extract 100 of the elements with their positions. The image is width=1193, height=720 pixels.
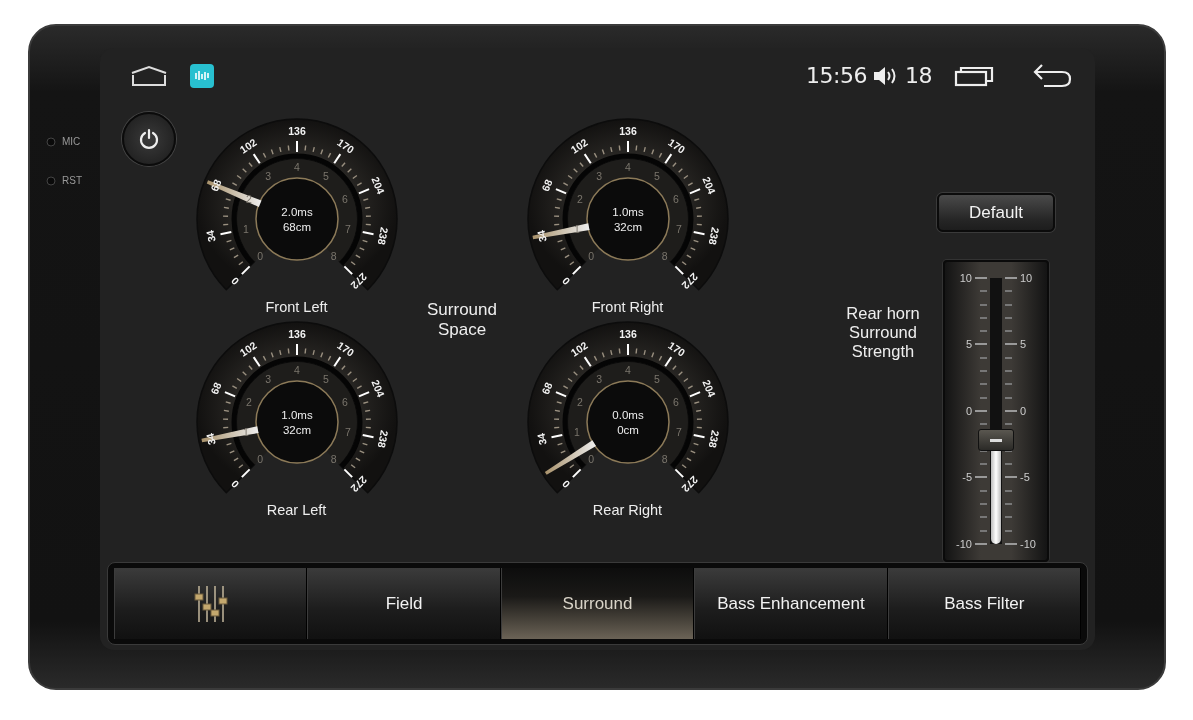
scale-label: 7 [345, 426, 351, 439]
scale-label: 136 [288, 125, 306, 137]
scale-label: 238 [375, 226, 391, 246]
scale-label: 1 [574, 223, 580, 236]
scale-label: 102 [568, 135, 590, 156]
scale-label: 3 [265, 372, 272, 385]
scale-label: 238 [375, 429, 391, 449]
distance-value: 32cm [613, 221, 643, 233]
delay-value: 1.0ms [612, 206, 644, 218]
bezel-label: MIC [62, 136, 81, 147]
delay-value: 2.0ms [281, 206, 313, 218]
scale-label: 204 [369, 377, 388, 399]
scale-label: 5 [322, 169, 329, 182]
scale-label: 3 [596, 169, 603, 182]
distance-value: 68cm [282, 221, 312, 233]
slider-label: Rear horn Surround Strength [845, 303, 921, 361]
scale-label: 10 [1020, 272, 1033, 284]
scale-label: 0 [228, 274, 242, 288]
tab[interactable]: Bass Enhancement [694, 568, 888, 639]
scale-label: 204 [700, 174, 719, 196]
scale-label: 8 [330, 452, 337, 465]
scale-label: 8 [661, 452, 668, 465]
scale-label: 7 [345, 223, 351, 236]
scale-label: 2 [577, 396, 583, 409]
scale-label: 34 [203, 229, 218, 244]
scale-label: 4 [294, 364, 300, 376]
scale-label: 170 [335, 135, 357, 156]
scale-label: 34 [203, 432, 218, 447]
scale-label: 68 [207, 177, 224, 193]
speaker-label: Rear Left [266, 502, 327, 518]
scale-label: 6 [673, 193, 679, 206]
tab[interactable]: Bass Filter [887, 568, 1082, 639]
scale-label: 170 [335, 338, 357, 359]
delay-value: 1.0ms [281, 409, 313, 421]
speaker-label: Rear Right [592, 502, 663, 518]
scale-label: 68 [207, 380, 224, 396]
scale-label: 1 [243, 223, 249, 236]
scale-label: 2 [246, 193, 252, 206]
clock: 15:56 [806, 63, 867, 88]
scale-label: 5 [653, 372, 660, 385]
scale-label: 272 [679, 270, 701, 292]
scale-label: 2 [246, 396, 252, 409]
tab[interactable]: Surround [500, 568, 695, 639]
distance-value: 0cm [617, 424, 639, 436]
scale-label: 170 [666, 135, 688, 156]
scale-label: 2 [577, 193, 583, 206]
scale-label: 6 [342, 193, 348, 206]
speaker-label: Front Right [591, 299, 664, 315]
scale-label: 238 [706, 429, 722, 449]
scale-label: 0 [1020, 404, 1027, 417]
scale-label: 5 [322, 372, 329, 385]
scale-label: 136 [619, 125, 637, 137]
scale-label: 102 [237, 135, 259, 156]
scale-label: 0 [257, 452, 264, 465]
delay-value: 0.0ms [612, 409, 644, 421]
scale-label: 3 [265, 169, 272, 182]
scale-label: 4 [625, 364, 631, 376]
scale-label: 102 [237, 338, 259, 359]
scale-label: -5 [962, 471, 972, 484]
scale-label: 204 [369, 174, 388, 196]
scale-label: 136 [619, 328, 637, 340]
scale-label: 1 [243, 426, 249, 439]
scale-label: 0 [965, 404, 972, 417]
scale-label: 272 [348, 473, 370, 495]
bezel-label: RST [62, 175, 82, 186]
tab[interactable]: Field [307, 568, 501, 639]
scale-label: 1 [574, 426, 580, 439]
scale-label: 238 [706, 226, 722, 246]
scale-label: 170 [666, 338, 688, 359]
scale-label: 136 [288, 328, 306, 340]
scale-label: 3 [596, 372, 603, 385]
scale-label: 0 [228, 477, 242, 491]
scale-label: 68 [538, 380, 555, 396]
scale-label: 5 [653, 169, 660, 182]
volume-level: 18 [905, 63, 932, 88]
scale-label: -10 [1020, 537, 1036, 550]
section-label: Surround Space [426, 299, 498, 340]
scale-label: -5 [1020, 471, 1030, 484]
scale-label: 8 [330, 249, 337, 262]
scale-label: 6 [342, 396, 348, 409]
scale-label: 0 [559, 477, 573, 491]
scale-label: 5 [965, 338, 972, 351]
scale-label: 4 [625, 161, 631, 173]
scale-label: 204 [700, 377, 719, 399]
scale-label: 6 [673, 396, 679, 409]
speaker-label: Front Left [265, 299, 328, 315]
scale-label: 102 [568, 338, 590, 359]
scale-label: 0 [559, 274, 573, 288]
scale-label: 5 [1020, 338, 1027, 351]
default-button[interactable]: Default [937, 193, 1055, 232]
scale-label: 7 [676, 426, 682, 439]
scale-label: 7 [676, 223, 682, 236]
scale-label: 0 [588, 249, 595, 262]
scale-label: 10 [959, 272, 972, 284]
scale-label: 272 [348, 270, 370, 292]
scale-label: 0 [588, 452, 595, 465]
scale-label: -10 [956, 537, 972, 550]
scale-label: 272 [679, 473, 701, 495]
distance-value: 32cm [282, 424, 312, 436]
scale-label: 4 [294, 161, 300, 173]
